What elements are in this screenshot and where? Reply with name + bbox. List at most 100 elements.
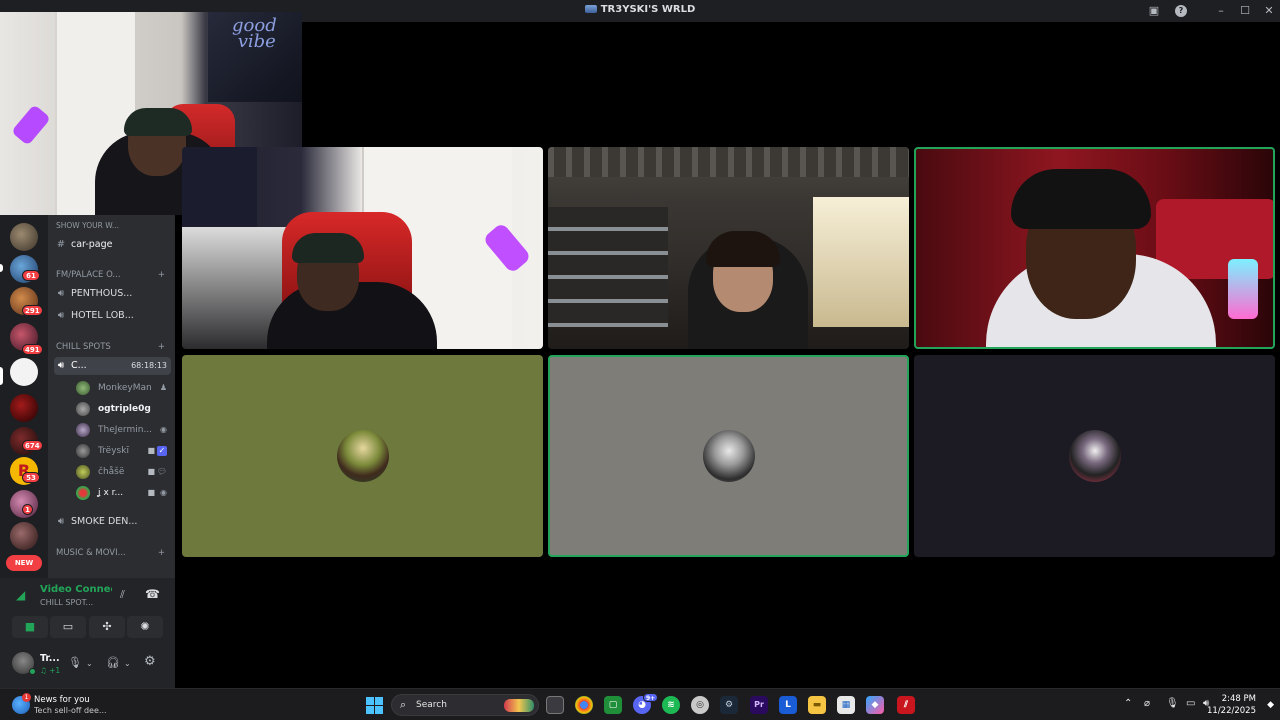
voice-user[interactable]: ʝ x r... ■ ◉ xyxy=(76,484,169,502)
user-name: TheJermin... xyxy=(98,425,153,435)
durag xyxy=(292,233,364,263)
channel-label: HOTEL LOB... xyxy=(71,310,134,321)
user-name: Trëyskī xyxy=(98,446,129,456)
copilot-icon[interactable]: ◆ xyxy=(866,696,884,714)
channel-active-voice[interactable]: 🔊︎ C... 68:18:13 xyxy=(54,357,171,375)
channel-label: C... xyxy=(71,360,87,371)
video-tile[interactable] xyxy=(182,355,543,557)
voice-channel-name[interactable]: CHILL SPOT... xyxy=(40,598,93,607)
camera-icon: ■ xyxy=(147,488,155,497)
status-dot xyxy=(29,668,36,675)
spotify-icon[interactable]: ≋ xyxy=(662,696,680,714)
minimize-button[interactable]: – xyxy=(1213,3,1229,19)
category-label: CHILL SPOTS xyxy=(56,342,111,352)
steam-icon[interactable]: ⚙ xyxy=(720,696,738,714)
display-icon[interactable]: ▭ xyxy=(1186,698,1195,709)
chrome-icon[interactable] xyxy=(575,696,593,714)
neon-sign: good vibe xyxy=(232,15,277,52)
launcher-icon[interactable]: L xyxy=(779,696,797,714)
chevron-down-icon[interactable]: ⌄ xyxy=(86,659,93,668)
activity-icon: ◉ xyxy=(160,488,167,497)
taskbar-search[interactable]: ⌕ Search xyxy=(391,694,539,716)
lit-hallway xyxy=(813,197,909,327)
voice-user[interactable]: ogtriple0g xyxy=(76,400,169,418)
add-channel-icon[interactable]: + xyxy=(158,341,165,353)
camera-button[interactable]: ■ xyxy=(12,616,48,638)
server-icon xyxy=(584,5,597,13)
voice-user[interactable]: Trëyskī ■ ✓ xyxy=(76,442,169,460)
messages-app-icon[interactable]: ▢ xyxy=(604,696,622,714)
microphone-icon[interactable]: 🎙︎ xyxy=(1166,698,1179,709)
add-channel-icon[interactable]: + xyxy=(158,269,165,281)
chevron-up-icon[interactable]: ⌃ xyxy=(1124,698,1132,709)
close-button[interactable]: ✕ xyxy=(1261,3,1277,19)
obs-icon[interactable]: ◎ xyxy=(691,696,709,714)
windows-start-button[interactable] xyxy=(366,697,383,714)
help-icon[interactable]: ? xyxy=(1175,5,1187,17)
participant-avatar xyxy=(1068,430,1121,482)
category-chill-spots[interactable]: CHILL SPOTS + xyxy=(56,341,169,353)
voice-user[interactable]: čhåšë ■ 💬︎ xyxy=(76,463,169,481)
user-name: ogtriple0g xyxy=(98,404,151,414)
task-view-icon[interactable] xyxy=(546,696,564,714)
video-tile[interactable] xyxy=(914,355,1275,557)
channel-hotel-lobby[interactable]: 🔊︎ HOTEL LOB... xyxy=(54,307,171,325)
maximize-button[interactable]: ☐ xyxy=(1237,3,1253,19)
video-tile-speaking[interactable] xyxy=(914,147,1275,349)
mention-badge: 674 xyxy=(22,440,43,451)
store-icon[interactable]: ▦ xyxy=(837,696,855,714)
activity-icon: 💬︎ xyxy=(156,467,167,476)
server-rail: 61 291 491 674 R 53 1 xyxy=(0,215,48,588)
new-badge[interactable]: NEW xyxy=(6,555,42,571)
add-channel-icon[interactable]: + xyxy=(158,547,165,559)
channel-label: SMOKE DEN... xyxy=(71,516,138,527)
category-music-movies[interactable]: MUSIC & MOVI... + xyxy=(56,547,169,559)
voice-user[interactable]: MonkeyMan ♟ xyxy=(76,379,169,397)
network-off-icon[interactable]: ⌀ xyxy=(1144,698,1150,709)
server-icon-10[interactable] xyxy=(10,522,38,550)
premiere-icon[interactable]: Pr xyxy=(750,696,768,714)
avatar xyxy=(76,402,90,416)
server-icon-5[interactable] xyxy=(10,358,38,386)
file-explorer-icon[interactable]: ▬ xyxy=(808,696,826,714)
chevron-down-icon[interactable]: ⌄ xyxy=(124,659,131,668)
soundboard-button[interactable]: ✺ xyxy=(127,616,163,638)
server-icon-1[interactable] xyxy=(10,223,38,251)
disconnect-icon[interactable]: ☎ xyxy=(145,587,160,601)
signal-icon: ◢ xyxy=(16,588,26,602)
video-tile[interactable] xyxy=(182,147,543,349)
video-tile[interactable] xyxy=(548,147,909,349)
voice-user[interactable]: TheJermin... ◉ xyxy=(76,421,169,439)
search-highlight-icon xyxy=(504,699,534,712)
avatar xyxy=(76,465,90,479)
microphone-icon[interactable]: 🎙︎ xyxy=(68,656,82,669)
video-tile-speaking[interactable] xyxy=(548,355,909,557)
channel-penthouse[interactable]: 🔊︎ PENTHOUS... xyxy=(54,285,171,303)
inbox-icon[interactable]: ▣ xyxy=(1146,3,1162,19)
news-headline[interactable]: Tech sell-off dee... xyxy=(34,706,107,715)
search-label: Search xyxy=(416,700,447,710)
mention-badge: 61 xyxy=(22,270,40,281)
noise-suppression-icon[interactable]: ⫽ xyxy=(120,588,125,602)
game-app-icon[interactable]: ⫽ xyxy=(897,696,915,714)
camera-icon: ■ xyxy=(147,446,155,455)
voice-timer: 68:18:13 xyxy=(131,361,167,370)
speaker-icon: 🔊︎ xyxy=(57,516,65,527)
notification-icon[interactable]: ◆ xyxy=(1267,700,1274,710)
category-fm-palace[interactable]: FM/PALACE O... + xyxy=(56,269,169,281)
channel-label: PENTHOUS... xyxy=(71,288,133,299)
screen-share-button[interactable]: ▭ xyxy=(50,616,86,638)
mention-badge: 491 xyxy=(22,344,43,355)
news-title[interactable]: News for you xyxy=(34,695,90,705)
channel-smoke-den[interactable]: 🔊︎ SMOKE DEN... xyxy=(54,513,171,531)
headphones-icon[interactable]: 🎧︎ xyxy=(106,656,120,669)
gear-icon[interactable]: ⚙ xyxy=(144,654,156,669)
channel-car-page[interactable]: # car-page xyxy=(54,236,171,254)
discord-badge: 9+ xyxy=(643,693,659,702)
server-icon-6[interactable] xyxy=(10,394,38,422)
clock[interactable]: 2:48 PM 11/22/2025 xyxy=(1207,693,1256,717)
selected-pill xyxy=(0,367,3,385)
category-partial[interactable]: SHOW YOUR W... xyxy=(56,220,169,232)
activities-button[interactable]: ✣ xyxy=(89,616,125,638)
mention-badge: 1 xyxy=(22,504,33,515)
